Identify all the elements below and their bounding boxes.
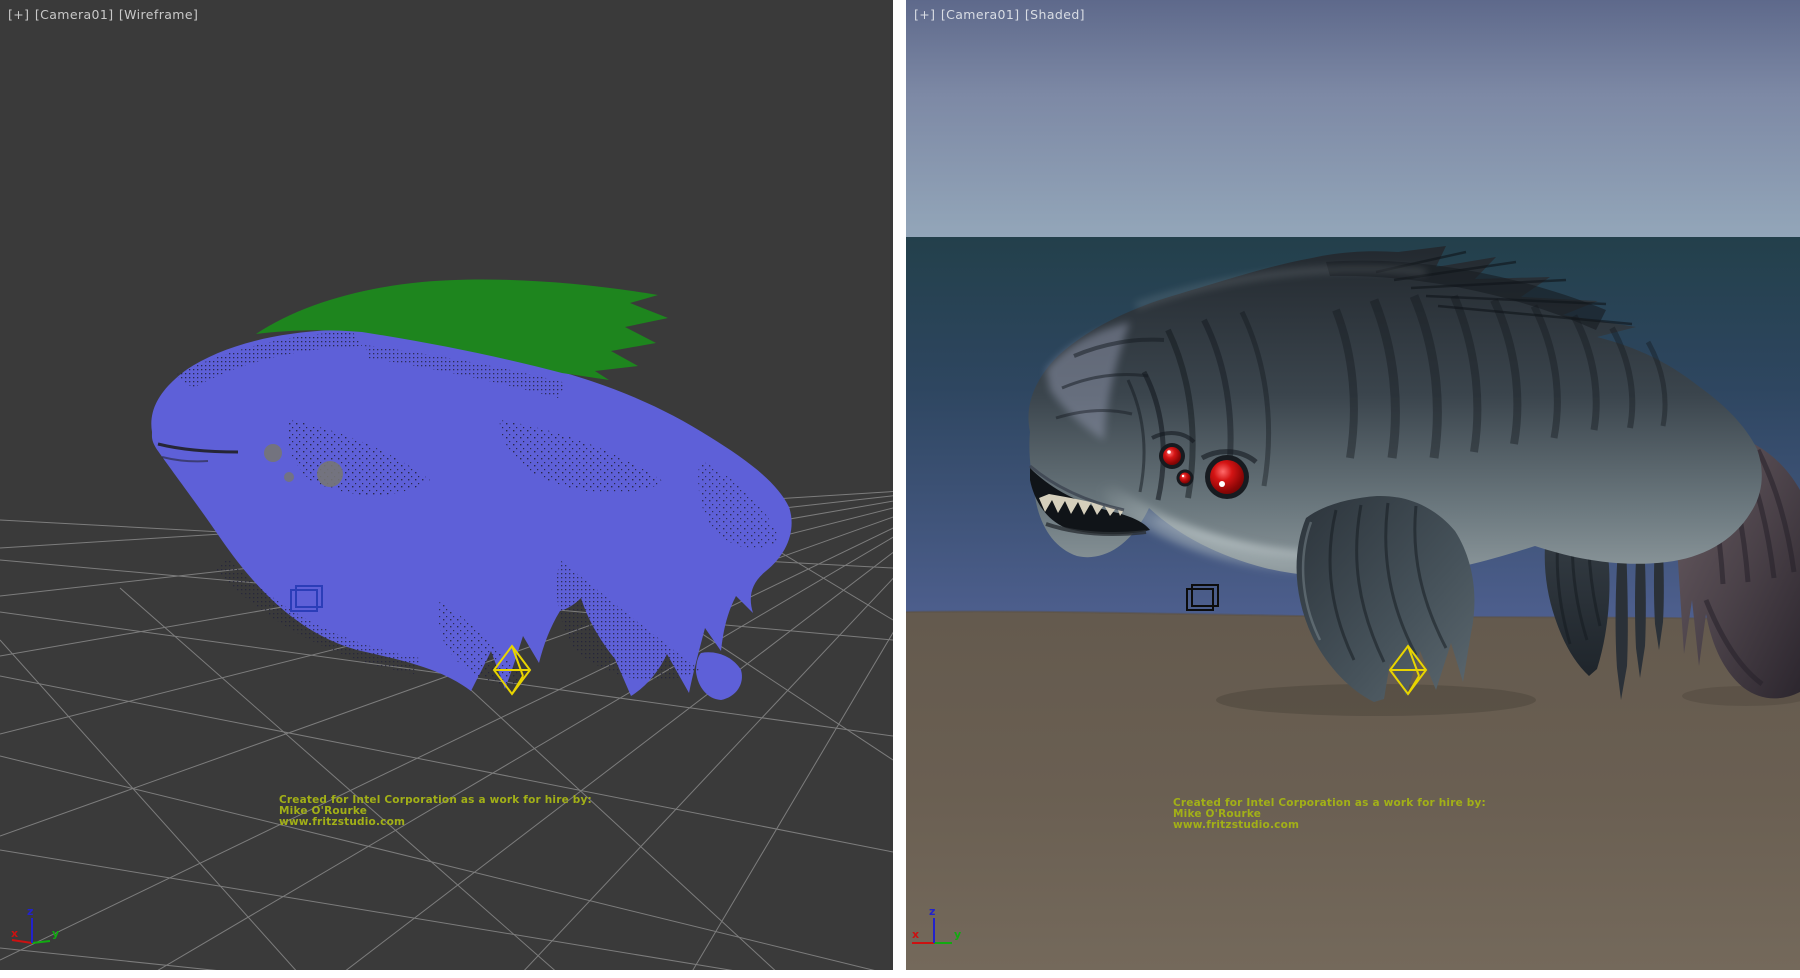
axis-x-label: x bbox=[912, 928, 919, 941]
window-bottom-margin bbox=[0, 970, 1800, 978]
eye-tiny bbox=[1180, 473, 1191, 484]
axis-z-label: z bbox=[27, 905, 33, 918]
scene-watermark: Created for Intel Corporation as a work … bbox=[1173, 798, 1486, 831]
creature-eye-spot bbox=[264, 444, 282, 462]
viewport-menu-shading[interactable]: [Wireframe] bbox=[119, 7, 198, 22]
viewport-menu-pov[interactable]: [Camera01] bbox=[941, 7, 1020, 22]
scene-watermark: Created for Intel Corporation as a work … bbox=[279, 795, 592, 828]
dual-viewport-canvas: x y z [+] [Camera01] [Wireframe] Created… bbox=[0, 0, 1800, 978]
sky-background bbox=[906, 0, 1800, 237]
viewport-menu-general[interactable]: [+] bbox=[914, 7, 935, 22]
viewport-menu-pov[interactable]: [Camera01] bbox=[35, 7, 114, 22]
axis-y-label: y bbox=[52, 927, 59, 940]
eye-small bbox=[1163, 447, 1181, 465]
viewport-menu-shading[interactable]: [Shaded] bbox=[1025, 7, 1085, 22]
creature-eye-spot bbox=[284, 472, 294, 482]
watermark-line: www.fritzstudio.com bbox=[1173, 820, 1486, 831]
axis-y-label: y bbox=[954, 928, 961, 941]
viewport-menu-general[interactable]: [+] bbox=[8, 7, 29, 22]
viewport-label: [+] [Camera01] [Wireframe] bbox=[8, 7, 199, 22]
axis-z-label: z bbox=[929, 905, 935, 918]
watermark-line: www.fritzstudio.com bbox=[279, 817, 592, 828]
viewport-wireframe[interactable]: x y z [+] [Camera01] [Wireframe] Created… bbox=[0, 0, 893, 970]
axis-x-label: x bbox=[11, 927, 18, 940]
viewport-shaded[interactable]: x y z [+] [Camera01] [Shaded] Created fo… bbox=[906, 0, 1800, 970]
viewport-divider[interactable] bbox=[893, 0, 906, 970]
creature-eye-spot bbox=[317, 461, 343, 487]
eye-large bbox=[1210, 460, 1244, 494]
viewport-label: [+] [Camera01] [Shaded] bbox=[914, 7, 1086, 22]
